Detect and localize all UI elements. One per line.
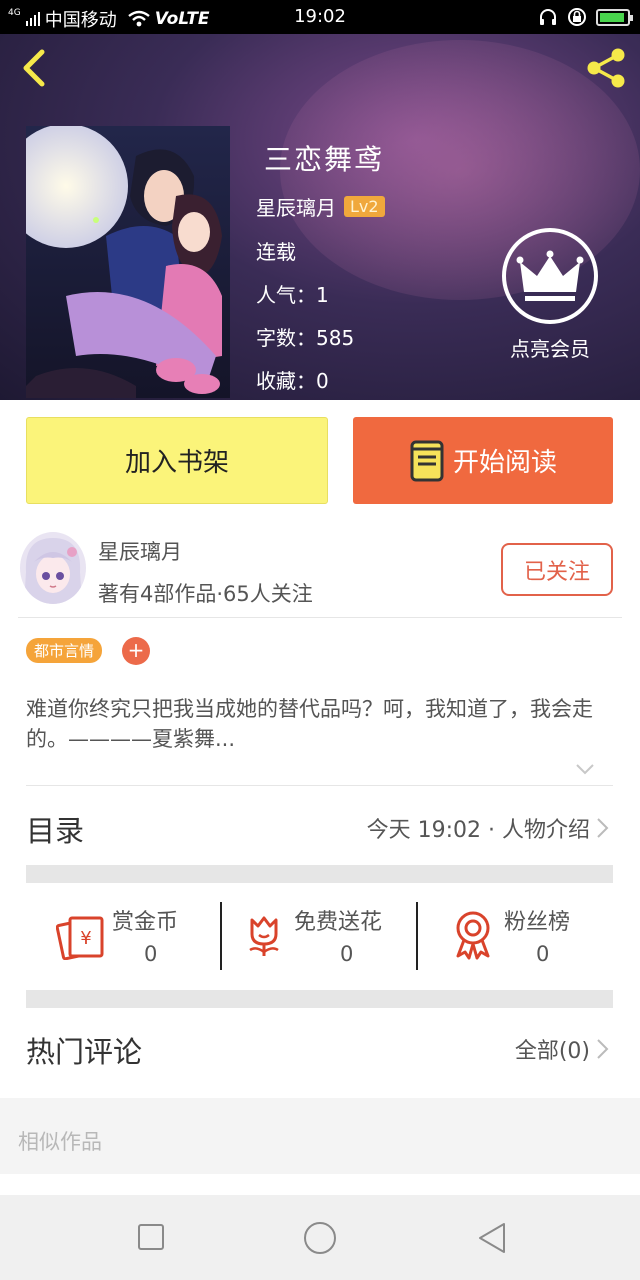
- share-button[interactable]: [582, 44, 630, 92]
- fan-ranking-value: 0: [536, 942, 550, 966]
- similar-works-list: [0, 1174, 640, 1196]
- catalog-latest-link[interactable]: 今天 19:02 · 人物介绍: [367, 812, 610, 844]
- vip-button[interactable]: [500, 226, 600, 326]
- follow-button-label: 已关注: [523, 559, 590, 585]
- stat-divider: [220, 902, 222, 970]
- status-right: [538, 6, 633, 28]
- popularity-count: 人气：1: [256, 283, 329, 307]
- author-level-badge: Lv2: [344, 196, 385, 217]
- chevron-right-icon: [597, 818, 609, 838]
- reward-coins-button[interactable]: ¥ 赏金币 0: [56, 900, 216, 972]
- system-navigation-bar: [0, 1195, 640, 1280]
- add-to-shelf-button[interactable]: 加入书架: [26, 417, 328, 504]
- catalog-latest-chapter: 今天 19:02 · 人物介绍: [366, 818, 590, 843]
- fan-ranking-button[interactable]: 粉丝榜 0: [452, 900, 602, 972]
- home-button[interactable]: [303, 1221, 337, 1255]
- recent-apps-button[interactable]: [137, 1223, 165, 1251]
- hot-comments-label: 热门评论: [26, 1035, 143, 1069]
- stat-divider: [416, 902, 418, 970]
- flower-icon: [249, 916, 279, 956]
- rotation-lock-icon: [568, 8, 586, 26]
- back-nav-button[interactable]: [476, 1221, 508, 1255]
- favorites-count: 收藏：0: [256, 369, 329, 393]
- add-tag-button[interactable]: +: [122, 637, 150, 665]
- content-panel: [0, 400, 640, 1200]
- chevron-down-icon: [576, 764, 594, 775]
- similar-works-label: 相似作品: [18, 1130, 102, 1154]
- book-description: 难道你终究只把我当成她的替代品吗？呵，我知道了，我会走的。————夏紫舞...: [26, 697, 593, 751]
- avatar[interactable]: [20, 532, 86, 604]
- avatar-image: [20, 532, 86, 604]
- send-flower-button[interactable]: 免费送花 0: [244, 900, 414, 972]
- genre-tag[interactable]: 都市言情: [26, 638, 103, 663]
- chevron-left-icon: [23, 49, 45, 87]
- reward-coins-value: 0: [144, 942, 158, 966]
- battery-icon: [596, 8, 633, 26]
- fan-ranking-label: 粉丝榜: [504, 910, 571, 935]
- book-detail-screen: 4G 中国移动 VoLTE 19:02 三恋舞鸢 星辰璃月 Lv2 连载 人气：…: [0, 0, 640, 1280]
- cover-illustration: [26, 126, 230, 398]
- divider: [26, 785, 613, 786]
- expand-description-button[interactable]: [574, 758, 596, 780]
- status-bar: 4G 中国移动 VoLTE 19:02: [0, 0, 640, 34]
- start-reading-button[interactable]: 开始阅读: [353, 417, 613, 504]
- back-button[interactable]: [14, 44, 58, 92]
- reward-coins-label: 赏金币: [112, 910, 179, 935]
- ribbon-medal-icon: [456, 911, 490, 960]
- book-icon: [410, 440, 444, 481]
- author-name[interactable]: 星辰璃月: [256, 192, 336, 221]
- all-comments-label: 全部(0): [514, 1039, 590, 1064]
- author-row: 星辰璃月 Lv2: [256, 192, 385, 221]
- send-flower-label: 免费送花: [294, 910, 383, 935]
- word-count: 字数：585: [256, 326, 355, 350]
- headphones-icon: [540, 9, 556, 25]
- section-separator: [26, 865, 613, 883]
- all-comments-link[interactable]: 全部(0): [515, 1033, 610, 1065]
- catalog-label[interactable]: 目录: [26, 808, 84, 850]
- section-separator: [26, 990, 613, 1008]
- send-flower-value: 0: [340, 942, 354, 966]
- add-to-shelf-label: 加入书架: [124, 448, 229, 478]
- share-icon: [587, 48, 625, 88]
- start-reading-label: 开始阅读: [452, 448, 557, 478]
- vip-label[interactable]: 点亮会员: [490, 333, 610, 362]
- red-envelope-icon: ¥: [56, 916, 104, 960]
- chevron-right-icon: [597, 1039, 609, 1059]
- serial-status: 连载: [256, 240, 296, 264]
- follow-button[interactable]: 已关注: [501, 543, 613, 596]
- author-card-stats: 著有4部作品·65人关注: [98, 582, 313, 606]
- author-card-name[interactable]: 星辰璃月: [98, 536, 182, 566]
- book-cover-image[interactable]: [26, 126, 230, 398]
- crown-icon: [502, 228, 598, 324]
- divider: [18, 617, 622, 618]
- book-title: 三恋舞鸢: [264, 143, 385, 176]
- svg-text:¥: ¥: [80, 928, 91, 949]
